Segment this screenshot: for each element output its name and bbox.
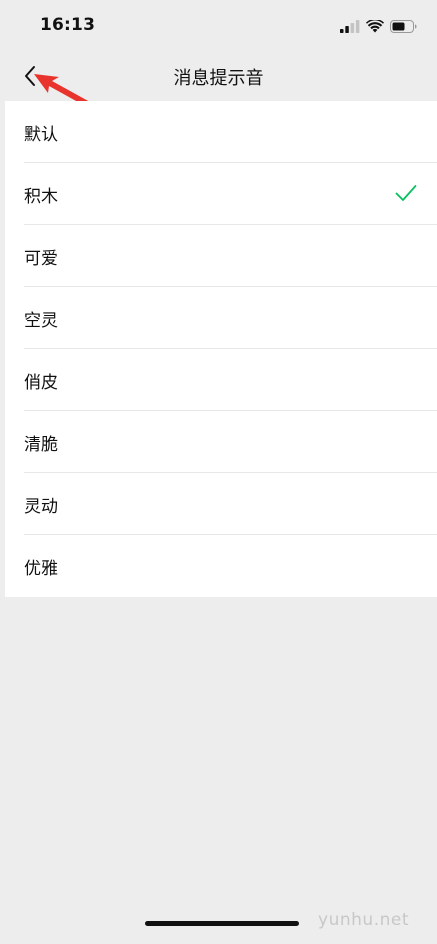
list-item-label: 优雅 — [24, 558, 58, 579]
checkmark-icon — [395, 185, 417, 201]
sound-list: 默认 积木 可爱 空灵 俏皮 清脆 灵动 优雅 — [5, 101, 437, 597]
list-item-label: 积木 — [24, 186, 58, 207]
page-title: 消息提示音 — [173, 68, 264, 89]
list-item-building-blocks[interactable]: 积木 — [5, 163, 437, 225]
watermark: yunhu.net — [318, 910, 409, 930]
list-item-label: 清脆 — [24, 434, 58, 455]
list-item-cute[interactable]: 可爱 — [5, 225, 437, 287]
list-item-label: 俏皮 — [24, 372, 58, 393]
wifi-icon — [366, 19, 384, 32]
signal-icon — [340, 19, 360, 33]
battery-icon — [390, 19, 417, 33]
list-item-label: 空灵 — [24, 310, 58, 331]
list-item-crisp[interactable]: 清脆 — [5, 411, 437, 473]
list-item-label: 默认 — [24, 124, 58, 145]
home-indicator[interactable] — [145, 921, 299, 926]
list-item-label: 可爱 — [24, 248, 58, 269]
status-time: 16:13 — [40, 15, 96, 35]
status-icons — [340, 17, 417, 35]
list-item-ethereal[interactable]: 空灵 — [5, 287, 437, 349]
status-bar: 16:13 — [0, 0, 437, 52]
nav-bar: 消息提示音 — [0, 52, 437, 100]
list-item-elegant[interactable]: 优雅 — [5, 535, 437, 597]
list-item-default[interactable]: 默认 — [5, 101, 437, 163]
list-item-lively[interactable]: 灵动 — [5, 473, 437, 535]
list-item-playful[interactable]: 俏皮 — [5, 349, 437, 411]
list-item-label: 灵动 — [24, 496, 58, 517]
